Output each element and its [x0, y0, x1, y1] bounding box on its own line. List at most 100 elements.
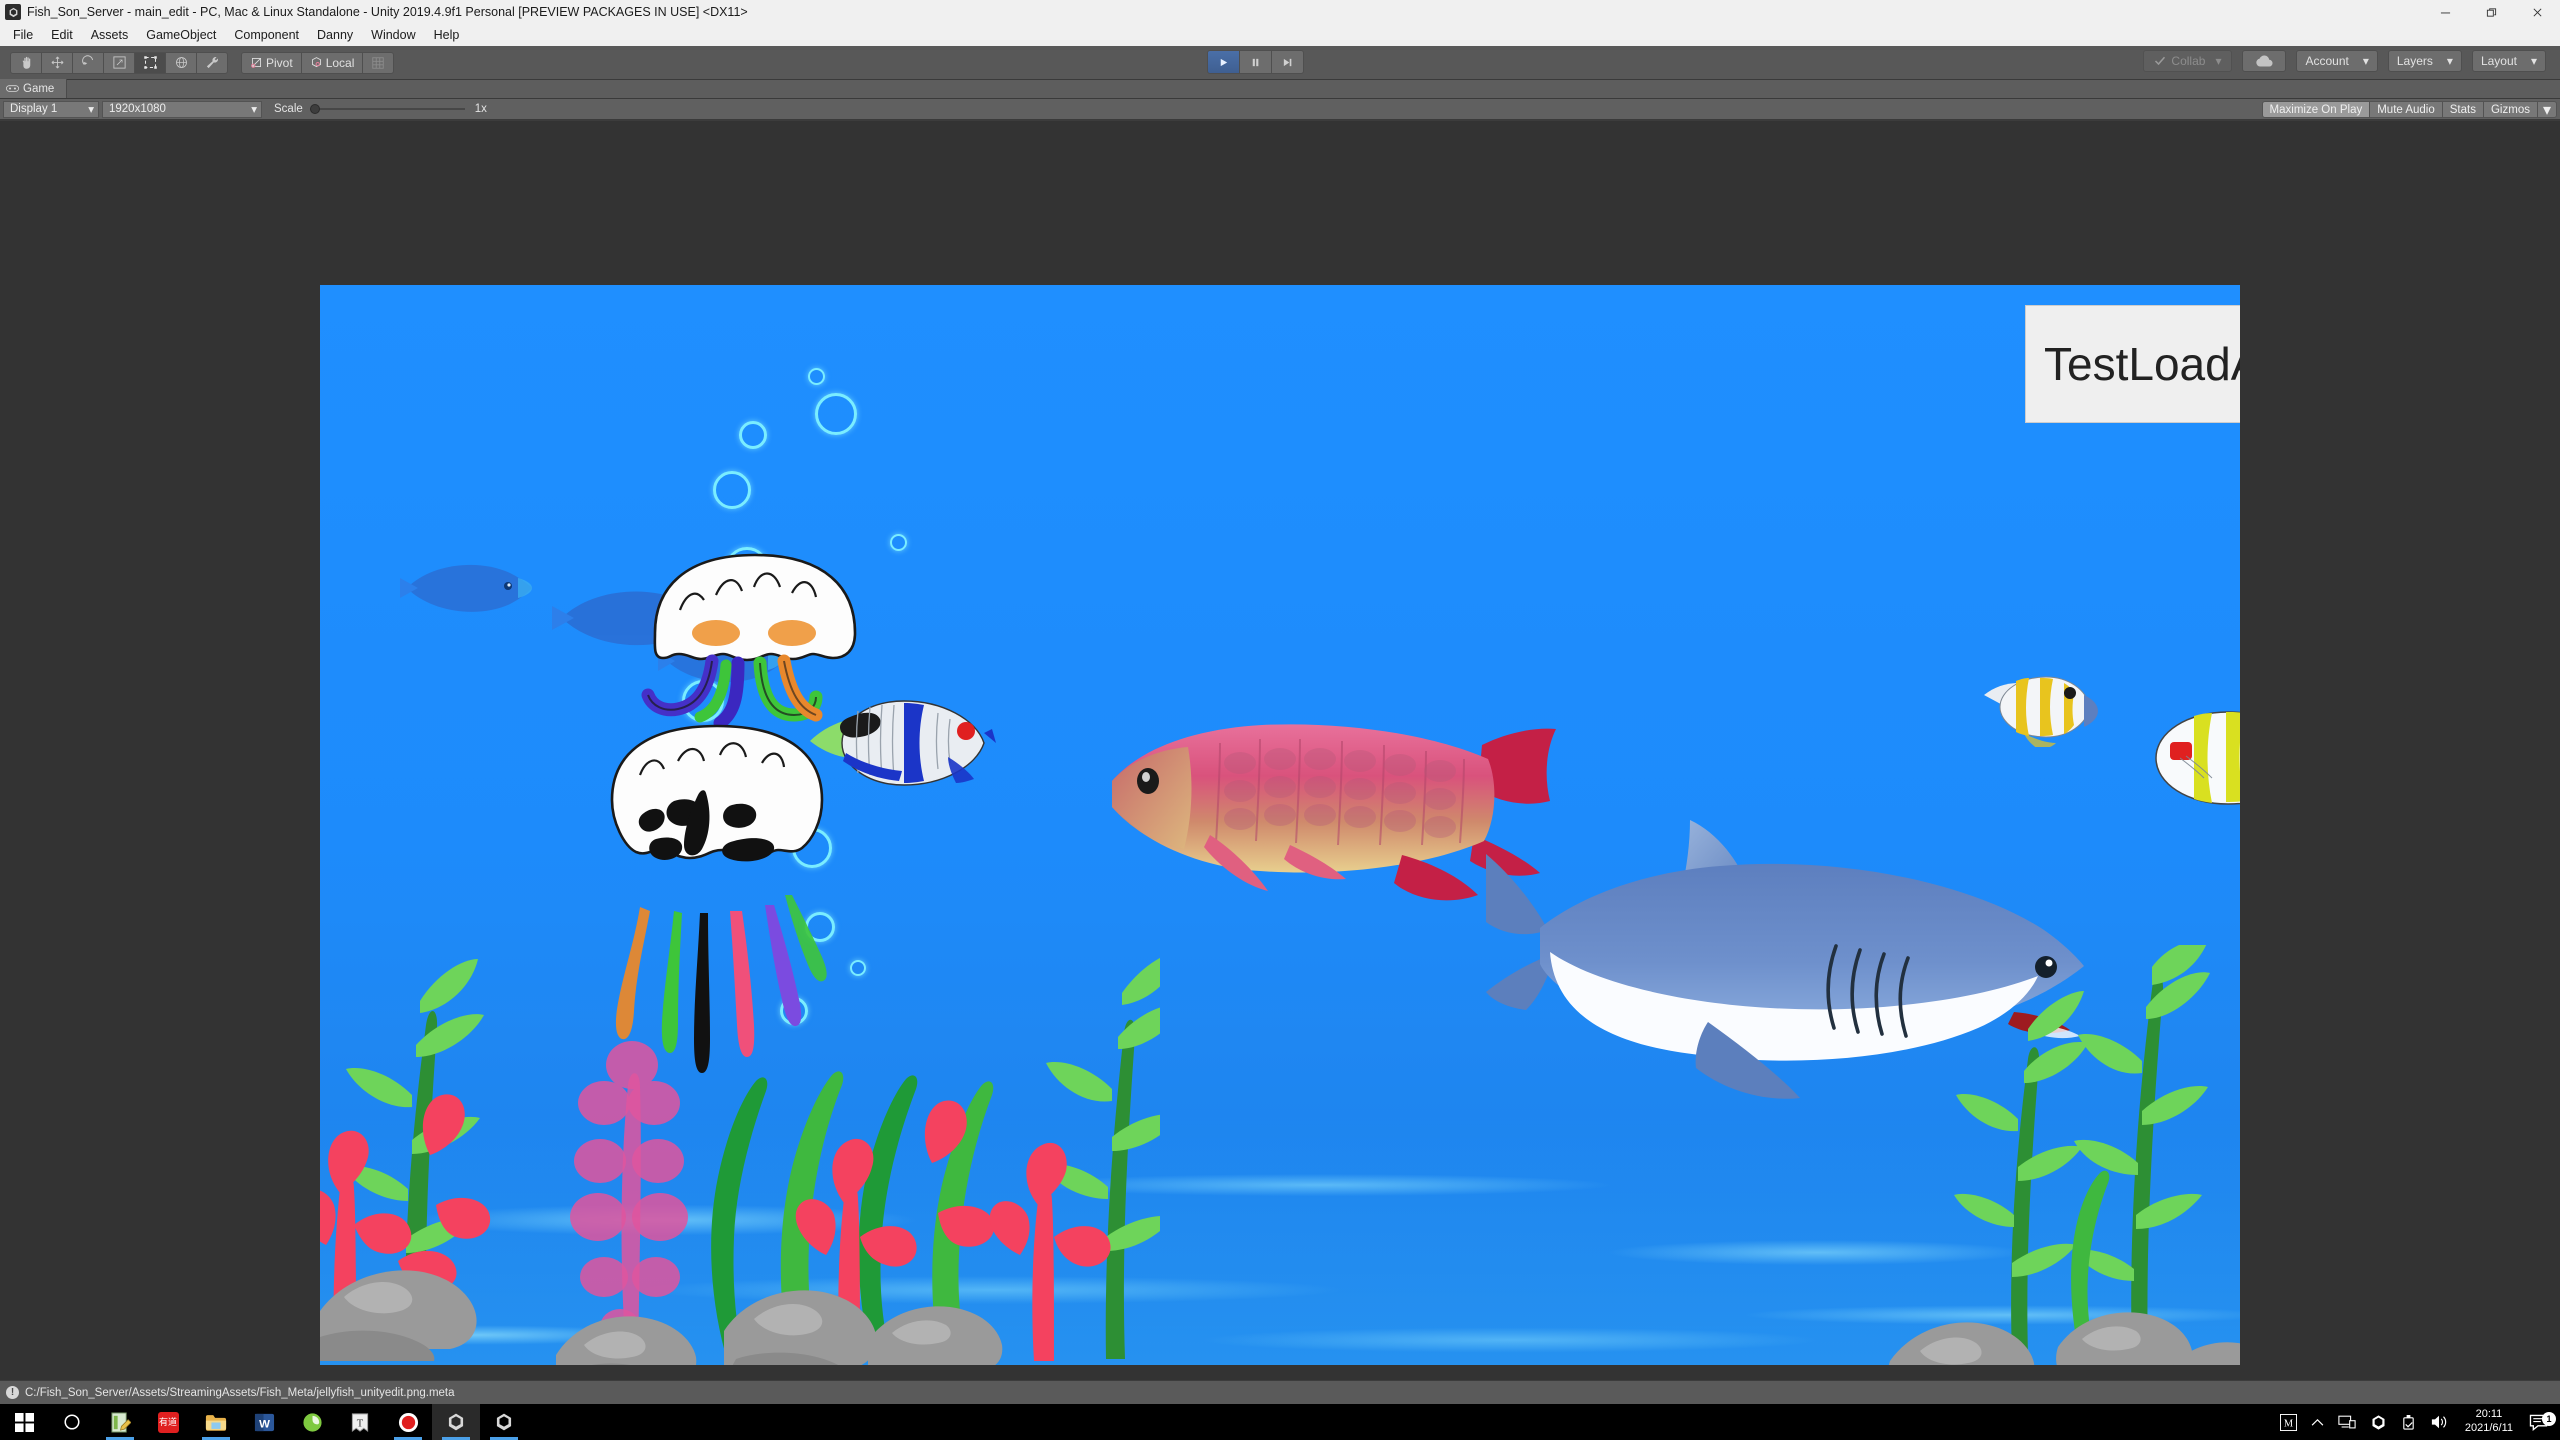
- windows-taskbar: 有道 W T M 20:11 2021/6/11 1: [0, 1404, 2560, 1440]
- close-button[interactable]: [2514, 0, 2560, 24]
- hand-tool-button[interactable]: [10, 51, 42, 74]
- recorder-app-button[interactable]: [384, 1404, 432, 1440]
- word-app-button[interactable]: W: [240, 1404, 288, 1440]
- record-icon: [398, 1412, 418, 1432]
- rocks-right: [1888, 1312, 2240, 1365]
- game-view-stage[interactable]: TestLoadASp: [0, 121, 2560, 1380]
- start-button[interactable]: [0, 1404, 48, 1440]
- game-view-panel: Game Display 1 ▾ 1920x1080 ▾ Scale 1x Ma…: [0, 79, 2560, 1380]
- local-toggle[interactable]: Local: [300, 51, 364, 74]
- stats-toggle[interactable]: Stats: [2441, 101, 2484, 118]
- folder-icon: [205, 1414, 227, 1431]
- slider-track-line: [309, 108, 465, 110]
- play-button[interactable]: [1207, 50, 1240, 74]
- rotate-tool-button[interactable]: [72, 51, 104, 74]
- tab-game-label: Game: [23, 82, 55, 95]
- display-dropdown[interactable]: Display 1 ▾: [3, 100, 99, 118]
- game-view-icon: [6, 84, 19, 93]
- rect-transform-icon: [143, 56, 157, 69]
- layout-dropdown[interactable]: Layout ▾: [2471, 50, 2546, 72]
- usb-eject-button[interactable]: [2394, 1404, 2423, 1440]
- step-button[interactable]: [1271, 50, 1304, 74]
- unity-tray-button[interactable]: [2363, 1404, 2394, 1440]
- volume-button[interactable]: [2423, 1404, 2455, 1440]
- network-button[interactable]: [2331, 1404, 2363, 1440]
- clock[interactable]: 20:11 2021/6/11: [2455, 1404, 2523, 1440]
- notepad-app-button[interactable]: [96, 1404, 144, 1440]
- menu-help[interactable]: Help: [425, 25, 469, 45]
- file-explorer-button[interactable]: [192, 1404, 240, 1440]
- rocks-left: [320, 1270, 1003, 1365]
- notification-center-button[interactable]: 1: [2523, 1411, 2560, 1431]
- menu-danny[interactable]: Danny: [308, 25, 362, 45]
- scale-tool-button[interactable]: [103, 51, 135, 74]
- toolbar-right-group: Collab ▾ Account ▾ Layers ▾ Layout ▾: [2143, 50, 2546, 72]
- step-icon: [1283, 58, 1292, 66]
- tab-game[interactable]: Game: [0, 79, 68, 98]
- bubble: [808, 368, 825, 385]
- local-label: Local: [325, 55, 355, 70]
- menu-assets[interactable]: Assets: [82, 25, 138, 45]
- snap-grid-button[interactable]: [362, 51, 395, 74]
- youdao-app-button[interactable]: 有道: [144, 1404, 192, 1440]
- browser-app-button[interactable]: [288, 1404, 336, 1440]
- collab-button[interactable]: Collab ▾: [2143, 50, 2233, 72]
- minimize-button[interactable]: [2422, 0, 2468, 24]
- rect-tool-button[interactable]: [134, 51, 166, 74]
- pause-button[interactable]: [1239, 50, 1272, 74]
- youdao-icon: 有道: [157, 1411, 179, 1433]
- layout-label: Layout: [2480, 54, 2517, 68]
- gizmos-toggle[interactable]: Gizmos: [2482, 101, 2538, 118]
- menu-edit[interactable]: Edit: [42, 25, 82, 45]
- panel-tab-row: Game: [0, 79, 2560, 99]
- m-icon-button[interactable]: M: [2273, 1404, 2304, 1440]
- cloud-icon: [2256, 55, 2274, 67]
- transform-icon: [175, 57, 187, 68]
- rotate-icon: [81, 55, 93, 65]
- bubble: [713, 471, 751, 509]
- account-dropdown[interactable]: Account ▾: [2296, 50, 2378, 72]
- custom-tool-button[interactable]: [196, 51, 228, 74]
- account-label: Account: [2305, 54, 2349, 68]
- search-circle-icon: [64, 1414, 80, 1430]
- pivot-toggle[interactable]: Pivot: [241, 51, 302, 74]
- restore-button[interactable]: [2468, 0, 2514, 24]
- unity-app-2-button[interactable]: [480, 1404, 528, 1440]
- move-icon: [51, 56, 63, 69]
- slider-handle[interactable]: [309, 104, 320, 114]
- layers-dropdown[interactable]: Layers ▾: [2387, 50, 2462, 72]
- windows-logo: [14, 1412, 34, 1432]
- notepad-icon: [110, 1411, 131, 1433]
- menu-gameobject[interactable]: GameObject: [137, 25, 225, 45]
- system-tray: M 20:11 2021/6/11 1: [2273, 1404, 2560, 1440]
- search-button[interactable]: [48, 1404, 96, 1440]
- layers-label: Layers: [2396, 54, 2433, 68]
- status-message: C:/Fish_Son_Server/Assets/StreamingAsset…: [25, 1386, 455, 1399]
- menu-file[interactable]: File: [4, 25, 42, 45]
- maximize-on-play-toggle[interactable]: Maximize On Play: [2261, 101, 2371, 118]
- chevron-down-icon: ▾: [2530, 54, 2537, 68]
- show-hidden-icons-button[interactable]: [2304, 1404, 2331, 1440]
- transform-tool-button[interactable]: [165, 51, 197, 74]
- unity-app-1-button[interactable]: [432, 1404, 480, 1440]
- scale-label: Scale: [274, 103, 303, 115]
- chevron-down-icon: ▾: [88, 104, 94, 116]
- menu-window[interactable]: Window: [362, 25, 424, 45]
- butterflyfish-small: [1984, 676, 2098, 747]
- svg-text:W: W: [259, 1418, 270, 1430]
- move-tool-button[interactable]: [41, 51, 73, 74]
- resolution-value: 1920x1080: [109, 103, 166, 115]
- typora-app-button[interactable]: T: [336, 1404, 384, 1440]
- warning-icon: !: [6, 1386, 19, 1399]
- test-load-asset-label[interactable]: TestLoadASp: [2025, 305, 2240, 423]
- resolution-dropdown[interactable]: 1920x1080 ▾: [102, 100, 262, 118]
- status-bar[interactable]: ! C:/Fish_Son_Server/Assets/StreamingAss…: [0, 1380, 2560, 1404]
- menu-component[interactable]: Component: [225, 25, 308, 45]
- scale-slider[interactable]: [309, 101, 465, 118]
- game-render-area[interactable]: TestLoadASp: [320, 285, 2240, 1365]
- hand-icon: [22, 56, 30, 69]
- volume-icon: [2431, 1415, 2447, 1429]
- mute-audio-toggle[interactable]: Mute Audio: [2369, 101, 2443, 118]
- gizmos-dropdown-caret[interactable]: ▾: [2536, 101, 2557, 119]
- cloud-button[interactable]: [2242, 50, 2287, 72]
